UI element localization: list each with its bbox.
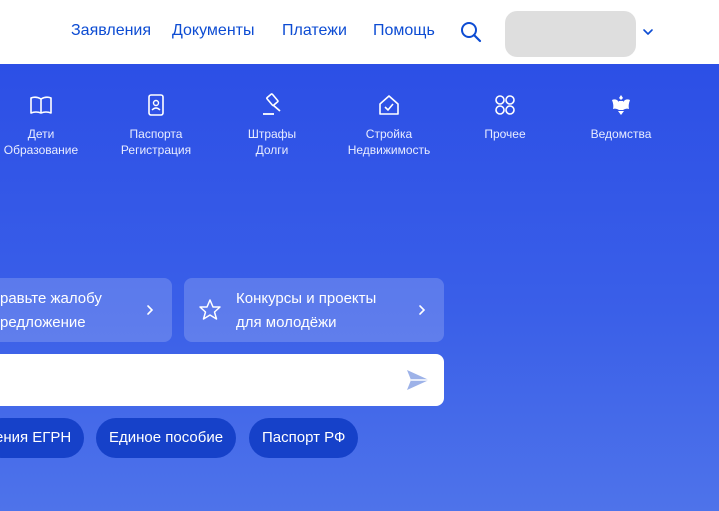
- chevron-right-icon: [419, 305, 426, 315]
- nav-payments[interactable]: Платежи: [282, 22, 347, 40]
- book-icon: [30, 96, 52, 114]
- category-passports[interactable]: Паспорта Регистрация: [106, 92, 206, 158]
- nav-applications[interactable]: Заявления: [71, 22, 151, 40]
- category-children[interactable]: Дети Образование: [0, 92, 91, 158]
- emblem-icon: [612, 95, 630, 115]
- card-label: Конкурсы и проекты для молодёжи: [236, 290, 377, 331]
- nav-documents[interactable]: Документы: [172, 22, 254, 40]
- category-label: Недвижимость: [347, 143, 431, 157]
- category-fines[interactable]: Штрафы Долги: [222, 92, 322, 158]
- category-label: Дети: [27, 127, 55, 141]
- chevron-down-icon[interactable]: [640, 24, 656, 40]
- search-input[interactable]: [0, 354, 444, 406]
- chip-passport[interactable]: Паспорт РФ: [249, 418, 359, 458]
- category-other[interactable]: Прочее: [455, 92, 555, 142]
- gavel-icon: [263, 93, 281, 115]
- chip-egrn[interactable]: ения ЕГРН: [0, 418, 85, 458]
- category-label: Паспорта: [129, 127, 183, 141]
- send-icon[interactable]: [405, 367, 431, 393]
- top-header: Заявления Документы Платежи Помощь: [0, 0, 719, 64]
- nav-help[interactable]: Помощь: [373, 22, 435, 40]
- category-label: Ведомства: [590, 127, 652, 141]
- passport-icon: [148, 94, 164, 116]
- category-label: Прочее: [484, 127, 526, 141]
- category-label: Штрафы: [247, 127, 297, 141]
- house-icon: [379, 95, 399, 115]
- category-construction[interactable]: Стройка Недвижимость: [339, 92, 439, 158]
- star-icon: [199, 299, 221, 320]
- category-agencies[interactable]: Ведомства: [571, 92, 671, 142]
- chip-unified-benefit[interactable]: Единое пособие: [96, 418, 237, 458]
- category-label: Образование: [3, 143, 79, 157]
- chevron-right-icon: [147, 305, 154, 315]
- complaint-card[interactable]: равьте жалобу редложение: [0, 278, 172, 342]
- search-icon[interactable]: [459, 20, 483, 44]
- user-profile-button[interactable]: [505, 11, 636, 57]
- contests-card[interactable]: Конкурсы и проекты для молодёжи: [184, 278, 444, 342]
- category-label: Долги: [255, 143, 289, 157]
- category-label: Регистрация: [120, 143, 192, 157]
- category-label: Стройка: [365, 127, 413, 141]
- hero-section: Дети Образование Паспорта Регистрация Шт…: [0, 64, 719, 511]
- card-label: равьте жалобу редложение: [0, 290, 102, 331]
- grid-icon: [495, 95, 515, 115]
